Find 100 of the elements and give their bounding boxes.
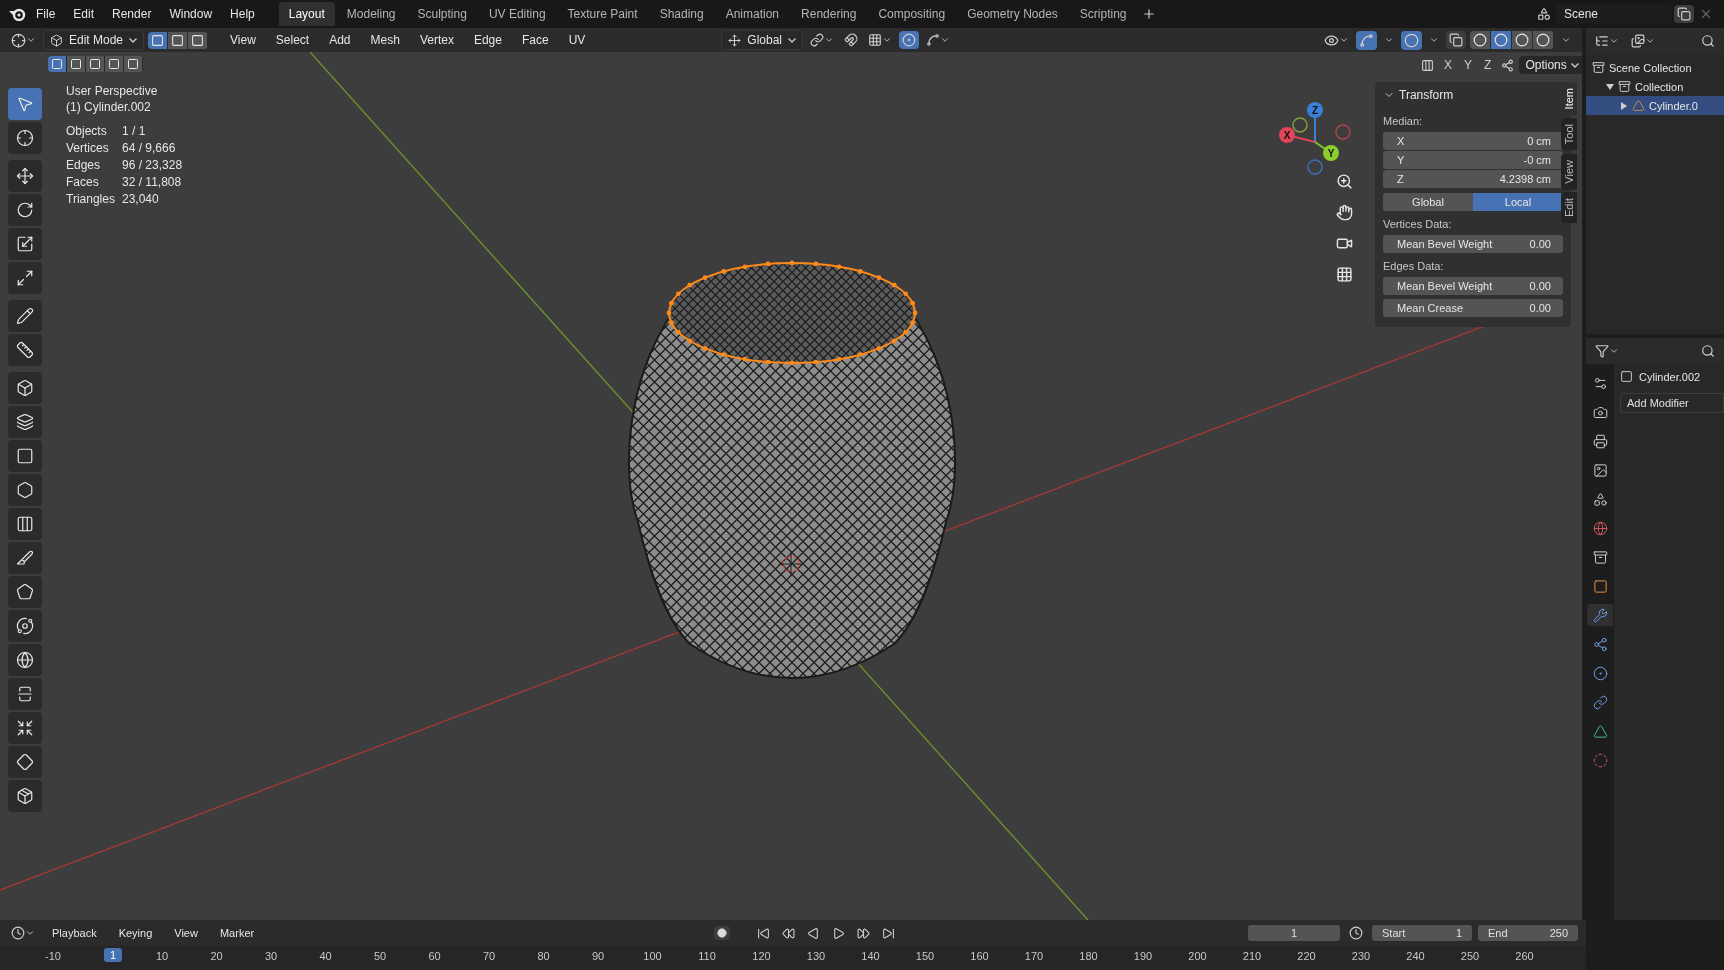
workspace-tab[interactable]: Geometry Nodes [957,2,1068,26]
selection-box-mode-icon[interactable] [124,56,143,72]
number-field[interactable]: Mean Bevel Weight 0.00 [1383,277,1563,295]
workspace-tab[interactable]: Compositing [868,2,956,26]
workspace-tab[interactable]: Texture Paint [557,2,648,26]
outliner-row[interactable]: Cylinder.0 [1586,96,1724,115]
tool-button[interactable] [8,194,42,226]
orientation-dropdown[interactable]: Global [721,30,803,50]
outliner-row[interactable]: Scene Collection [1586,58,1724,77]
archive-icon [1592,61,1605,74]
space-toggle[interactable]: Local [1473,193,1563,211]
tool-button[interactable] [8,122,42,154]
workspace-tab[interactable]: Modeling [336,2,406,26]
frame-number: 130 [806,950,826,962]
tool-button[interactable] [8,160,42,192]
edge-select-icon[interactable] [168,31,189,49]
sidebar-tab[interactable]: View [1561,153,1577,190]
number-field[interactable]: Z 4.2398 cm [1383,170,1563,188]
tool-button[interactable] [8,300,42,332]
workspace-tab[interactable]: Animation [715,2,790,26]
overlay-icon[interactable] [1401,30,1422,50]
number-field[interactable]: Mean Crease 0.00 [1383,299,1563,317]
copy-icon[interactable] [1674,5,1694,23]
menu-item[interactable]: Marker [211,923,263,943]
workspace-tab[interactable]: Layout [278,2,335,26]
menu-item[interactable]: Render [104,3,160,25]
vertex-select-icon[interactable] [148,31,169,49]
tool-button[interactable] [8,372,42,404]
record-icon[interactable] [714,926,731,940]
tool-button[interactable] [8,440,42,472]
panel-title[interactable]: Transform [1383,88,1563,102]
start-frame-field[interactable]: Start 1 [1372,925,1472,941]
proportional-editing-icon[interactable] [899,31,919,49]
tool-button[interactable] [8,542,42,574]
current-frame-field[interactable]: 1 [1248,925,1340,941]
selection-box-mode-icon[interactable] [48,56,67,72]
end-frame-field[interactable]: End 250 [1478,925,1578,941]
tool-button[interactable] [8,228,42,260]
triangle-icon [1632,99,1645,112]
menu-item[interactable]: Help [222,3,263,25]
logo-icon[interactable] [8,6,26,22]
scene-field[interactable]: Scene [1556,4,1672,24]
triangle-icon [1592,723,1608,739]
tool-button[interactable] [8,644,42,676]
selection-box-mode-icon[interactable] [67,56,86,72]
link-icon [1592,694,1608,710]
disclosure-triangle-icon[interactable] [1606,83,1614,90]
mode-dropdown[interactable]: Edit Mode [43,30,145,50]
menu-item[interactable]: Edge [465,29,510,51]
tool-button[interactable] [8,746,42,778]
disclosure-triangle-icon[interactable] [1621,101,1627,110]
number-field[interactable]: Mean Bevel Weight 0.00 [1383,235,1563,253]
menu-item[interactable]: Add [321,29,359,51]
menu-item[interactable]: Window [161,3,221,25]
tool-button[interactable] [8,474,42,506]
mode-icon [50,33,63,47]
face-select-icon[interactable] [188,31,209,49]
workspace-tab[interactable]: UV Editing [478,2,556,26]
outliner-label: Scene Collection [1609,61,1692,74]
menu-item[interactable]: Playback [44,923,105,943]
menu-item[interactable]: Edit [65,3,103,25]
add-modifier-button[interactable]: Add Modifier [1620,393,1724,413]
outliner-row[interactable]: Collection [1586,77,1724,96]
pointer-icon [16,95,34,113]
menu-item[interactable]: Keying [110,923,161,943]
workspace-tab[interactable]: Rendering [791,2,867,26]
tool-button[interactable] [8,678,42,710]
tool-button[interactable] [8,610,42,642]
menu-item[interactable]: Face [513,29,557,51]
tool-button[interactable] [8,780,42,812]
menu-item[interactable]: Select [267,29,318,51]
menu-item[interactable]: View [222,29,264,51]
sidebar-tab[interactable]: Tool [1561,118,1577,151]
menu-item[interactable]: Vertex [411,29,462,51]
globe-icon [1592,520,1608,536]
workspace-tab[interactable]: Scripting [1069,2,1137,26]
menu-item[interactable]: File [28,3,64,25]
tool-button[interactable] [8,576,42,608]
tool-button[interactable] [8,508,42,540]
number-field[interactable]: X 0 cm [1383,132,1563,150]
workspace-tab[interactable]: Sculpting [407,2,477,26]
number-field[interactable]: Y -0 cm [1383,151,1563,169]
frame-number: 70 [482,950,496,962]
frame-number: 220 [1297,950,1316,962]
pentagon-icon [16,583,34,601]
menu-item[interactable]: Mesh [362,29,408,51]
selection-box-mode-icon[interactable] [105,56,124,72]
tool-button[interactable] [8,712,42,744]
tool-button[interactable] [8,334,42,366]
axis-gizmo-drawing[interactable] [1279,102,1351,175]
selection-box-mode-icon[interactable] [86,56,105,72]
current-frame-marker[interactable]: 1 [103,948,122,962]
options-dropdown[interactable]: Options [1519,56,1582,74]
menu-item[interactable]: UV [560,29,594,51]
tool-button[interactable] [8,406,42,438]
tool-button[interactable] [8,262,42,294]
space-toggle[interactable]: Global [1383,193,1473,211]
menu-item[interactable]: View [166,923,206,943]
sidebar-tab[interactable]: Edit [1561,192,1577,224]
workspace-tab[interactable]: Shading [649,2,714,26]
